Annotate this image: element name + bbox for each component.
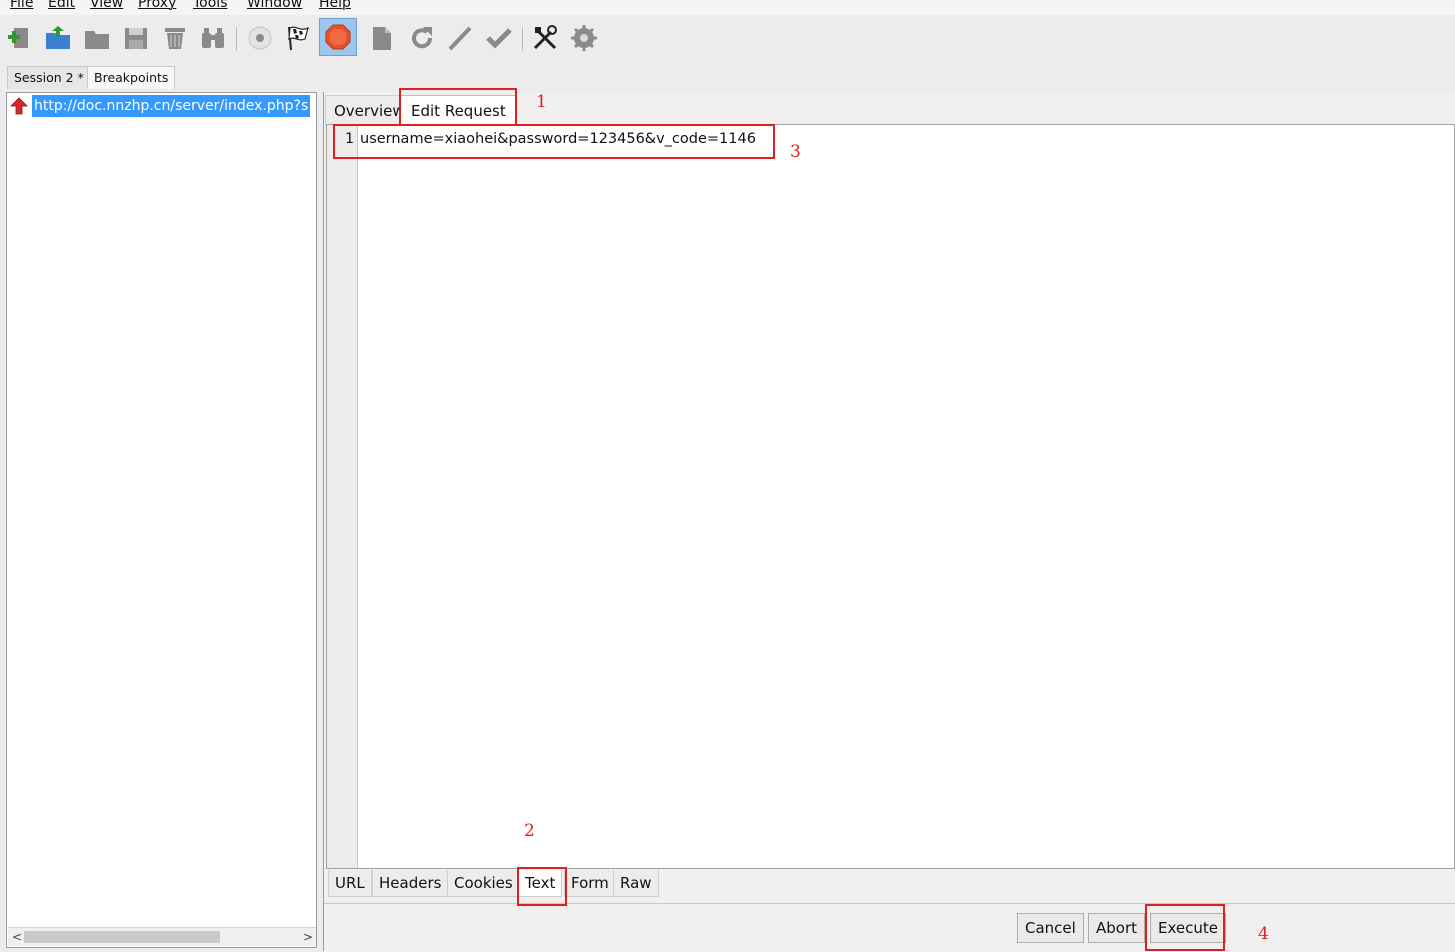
annotation-number-3: 3 — [790, 142, 801, 162]
annotation-box-execute — [1145, 904, 1225, 951]
trash-icon[interactable] — [160, 23, 190, 53]
horizontal-scrollbar[interactable]: < > — [8, 927, 316, 946]
validate-icon[interactable] — [445, 23, 475, 53]
tree-item-request[interactable]: http://doc.nnzhp.cn/server/index.php?s — [8, 95, 316, 117]
repeat-icon[interactable] — [407, 23, 437, 53]
annotation-number-1: 1 — [536, 92, 547, 112]
toolbar-separator — [236, 27, 237, 51]
save-icon[interactable] — [121, 23, 151, 53]
menu-tools[interactable]: Tools — [193, 0, 228, 11]
tab-url[interactable]: URL — [328, 870, 372, 897]
annotation-box-text-tab — [517, 867, 567, 906]
tab-headers[interactable]: Headers — [372, 870, 449, 897]
open-folder-icon[interactable] — [43, 23, 73, 53]
annotation-number-4: 4 — [1258, 924, 1269, 944]
annotation-number-2: 2 — [524, 821, 535, 841]
toolbar-separator — [522, 27, 523, 51]
menu-window[interactable]: Window — [247, 0, 302, 11]
tools-icon[interactable] — [530, 23, 560, 53]
checkmark-icon[interactable] — [484, 23, 514, 53]
annotation-box-edit-request — [399, 88, 517, 126]
scrollbar-thumb[interactable] — [24, 931, 220, 943]
toolbar — [0, 15, 1455, 65]
tab-raw[interactable]: Raw — [613, 870, 659, 897]
tab-breakpoints[interactable]: Breakpoints — [87, 66, 176, 89]
menu-bar: File Edit View Proxy Tools Window Help — [0, 0, 1455, 15]
tab-cookies[interactable]: Cookies — [447, 870, 520, 897]
new-session-icon[interactable] — [5, 23, 35, 53]
cancel-button[interactable]: Cancel — [1017, 913, 1084, 943]
find-binoculars-icon[interactable] — [198, 23, 228, 53]
tab-form[interactable]: Form — [564, 870, 616, 897]
annotation-box-request-body — [333, 124, 775, 159]
menu-file[interactable]: File — [10, 0, 33, 11]
abort-button[interactable]: Abort — [1088, 913, 1146, 943]
line-gutter: 1 — [327, 125, 358, 868]
stop-breakpoint-icon[interactable] — [319, 18, 357, 56]
edit-document-icon[interactable] — [367, 23, 397, 53]
record-icon[interactable] — [245, 23, 275, 53]
request-arrow-icon — [10, 97, 28, 115]
menu-help[interactable]: Help — [319, 0, 351, 11]
scroll-right-icon[interactable]: > — [303, 928, 313, 946]
scroll-left-icon[interactable]: < — [12, 928, 22, 946]
menu-view[interactable]: View — [90, 0, 123, 11]
action-bar — [324, 903, 1455, 952]
menu-proxy[interactable]: Proxy — [138, 0, 176, 11]
menu-edit[interactable]: Edit — [48, 0, 75, 11]
session-tree-panel: http://doc.nnzhp.cn/server/index.php?s <… — [6, 92, 317, 948]
request-url-label[interactable]: http://doc.nnzhp.cn/server/index.php?s — [32, 95, 311, 117]
settings-gear-icon[interactable] — [569, 23, 599, 53]
folder-icon[interactable] — [82, 23, 112, 53]
tab-session-2[interactable]: Session 2 * — [7, 66, 91, 89]
request-body-editor[interactable]: 1 username=xiaohei&password=123456&v_cod… — [326, 124, 1455, 869]
start-flag-icon[interactable] — [283, 23, 313, 53]
